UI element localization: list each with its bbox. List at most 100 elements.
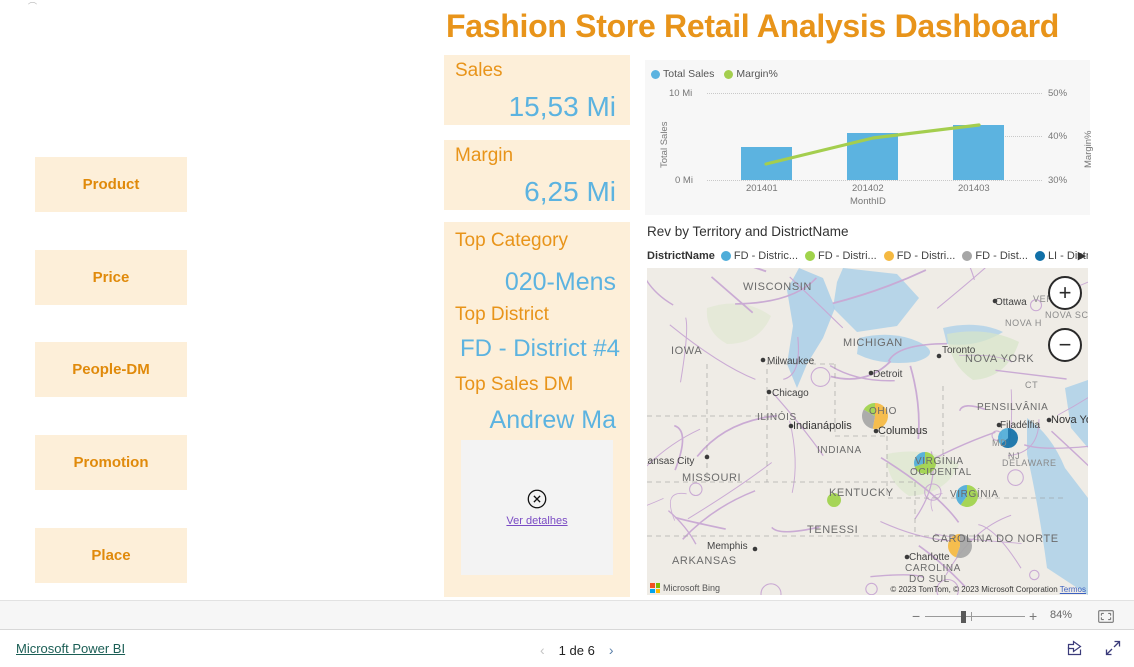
bing-logo-icon xyxy=(650,583,660,593)
legend-next-arrow-icon[interactable]: ▶ xyxy=(1076,249,1088,263)
page-navigator: ‹ 1 de 6 › xyxy=(540,641,614,659)
map-place-label: Charlotte xyxy=(909,552,950,563)
map-legend-label-2: FD - Distri... xyxy=(896,250,956,262)
zoom-toolbar: − + 84% xyxy=(0,600,1134,630)
map-place-label: NOVA YORK xyxy=(965,353,1034,365)
map-place-label: VIRGÍNIA xyxy=(915,454,964,467)
nav-button-promotion[interactable]: Promotion xyxy=(35,435,187,490)
map-legend-item-3[interactable]: FD - Dist... xyxy=(962,250,1028,262)
nav-button-place[interactable]: Place xyxy=(35,528,187,583)
map-legend-swatch-4 xyxy=(1034,251,1045,261)
map-place-label: PENSILVÂNIA xyxy=(977,400,1048,413)
map-place-label: DELAWARE xyxy=(1002,458,1057,468)
kpi-card-margin[interactable]: Margin 6,25 Mi xyxy=(444,140,630,210)
map-legend-item-0[interactable]: FD - Distric... xyxy=(720,250,799,262)
status-bar: Microsoft Power BI ‹ 1 de 6 › xyxy=(0,631,1134,667)
page-indicator: 1 de 6 xyxy=(558,642,595,658)
legend-swatch-margin-pct xyxy=(724,69,734,79)
map-place-label: Ottawa xyxy=(995,297,1027,308)
legend-item-margin-pct[interactable]: Margin% xyxy=(724,68,778,80)
map-place-label: INDIANA xyxy=(817,445,862,456)
map-legend-swatch-0 xyxy=(720,251,731,261)
map-place-label: Indianápolis xyxy=(793,420,852,432)
map-place-label: Memphis xyxy=(707,541,748,552)
map-place-label: CAROLINA DO NORTE xyxy=(932,533,1059,545)
nav-button-people-dm[interactable]: People-DM xyxy=(35,342,187,397)
map-place-label: Kansas City xyxy=(647,456,694,467)
map-place-label: MICHIGAN xyxy=(843,337,903,349)
fit-to-page-icon[interactable] xyxy=(1098,610,1114,623)
map-legend-label-1: FD - Distri... xyxy=(818,250,877,262)
map-legend-swatch-2 xyxy=(883,251,894,261)
report-canvas: ⌒ Fashion Store Retail Analysis Dashboar… xyxy=(0,0,1134,600)
broken-image-icon xyxy=(527,489,547,509)
map-tiles[interactable]: WISCONSIN IOWA MICHIGAN Milwaukee Chicago Det… xyxy=(647,268,1088,595)
kpi-label-margin: Margin xyxy=(455,145,514,166)
legend-label-margin-pct: Margin% xyxy=(736,68,778,80)
map-attribution: © 2023 TomTom, © 2023 Microsoft Corporat… xyxy=(890,585,1086,594)
map-place-label: Filadélfia xyxy=(1000,420,1040,431)
kpi-value-sales: 15,53 Mi xyxy=(508,91,616,122)
zoom-in-button[interactable]: + xyxy=(1029,609,1037,623)
top-performers-card[interactable]: Top Category 020-Mens Top District FD - … xyxy=(444,222,630,597)
x-axis-tick-201401: 201401 xyxy=(746,183,778,194)
map-legend-swatch-3 xyxy=(962,251,973,261)
zoom-slider-handle[interactable] xyxy=(961,611,966,623)
details-image-placeholder: Ver detalhes xyxy=(461,440,613,575)
zoom-percentage: 84% xyxy=(1050,609,1073,621)
kpi-card-sales[interactable]: Sales 15,53 Mi xyxy=(444,55,630,125)
map-place-label: DO SUL xyxy=(909,574,950,585)
x-axis-title: MonthID xyxy=(850,196,886,207)
share-icon[interactable] xyxy=(1066,639,1084,657)
map-place-label: TENESSI xyxy=(807,524,858,536)
bar-201401[interactable] xyxy=(741,147,792,180)
map-zoom-out-button[interactable]: − xyxy=(1048,328,1082,362)
previous-page-icon[interactable]: ‹ xyxy=(540,642,545,658)
territory-map-visual[interactable]: Rev by Territory and DistrictName Distri… xyxy=(645,220,1090,597)
map-legend-item-2[interactable]: FD - Distri... xyxy=(883,250,956,262)
y2-axis-title: Margin% xyxy=(1083,130,1094,169)
map-legend-item-1[interactable]: FD - Distri... xyxy=(805,250,877,262)
fullscreen-icon[interactable] xyxy=(1104,639,1122,657)
map-place-label: OCIDENTAL xyxy=(910,467,972,478)
map-place-label: ARKANSAS xyxy=(672,555,737,567)
map-zoom-in-button[interactable]: + xyxy=(1048,276,1082,310)
bar-201402[interactable] xyxy=(847,133,898,180)
next-page-icon[interactable]: › xyxy=(609,642,614,658)
zoom-slider-track[interactable] xyxy=(925,616,1025,617)
map-attribution-text: © 2023 TomTom, © 2023 Microsoft Corporat… xyxy=(890,585,1058,594)
kpi-value-margin: 6,25 Mi xyxy=(524,176,616,207)
map-place-label: VIRGÍNIA xyxy=(950,487,999,500)
y2-axis-tick-40: 40% xyxy=(1048,131,1068,142)
y-axis-title: Total Sales xyxy=(659,121,670,168)
legend-item-total-sales[interactable]: Total Sales xyxy=(651,68,714,80)
bar-201403[interactable] xyxy=(953,125,1004,180)
map-legend-label-3: FD - Dist... xyxy=(975,250,1028,262)
x-axis-tick-201403: 201403 xyxy=(958,183,990,194)
legend-swatch-total-sales xyxy=(651,69,660,79)
corner-artifact: ⌒ xyxy=(28,2,37,12)
map-place-label: MD xyxy=(992,438,1007,448)
map-place-label: OHIO xyxy=(869,406,897,417)
map-place-label: CAROLINA xyxy=(905,563,961,574)
nav-button-price[interactable]: Price xyxy=(35,250,187,305)
map-place-label: MISSOURI xyxy=(682,472,741,484)
map-title: Rev by Territory and DistrictName xyxy=(647,224,849,239)
powerbi-brand-link[interactable]: Microsoft Power BI xyxy=(16,641,125,656)
sales-margin-combo-chart[interactable]: Total Sales Margin% 10 Mi 0 Mi 50% 40% 3… xyxy=(645,60,1094,215)
value-top-category: 020-Mens xyxy=(504,268,616,296)
map-place-label: Milwaukee xyxy=(767,356,815,367)
label-top-category: Top Category xyxy=(455,230,569,251)
bing-logo-text: Microsoft Bing xyxy=(663,583,721,593)
map-legend: DistrictName FD - Distric... FD - Distri… xyxy=(647,247,1088,265)
map-legend-label-0: FD - Distric... xyxy=(733,250,799,262)
map-place-label: ILINÓIS xyxy=(757,410,797,423)
bing-logo: Microsoft Bing xyxy=(650,582,720,594)
map-place-label: Chicago xyxy=(772,388,809,399)
page-title: Fashion Store Retail Analysis Dashboard xyxy=(446,8,1060,44)
zoom-out-button[interactable]: − xyxy=(912,609,920,623)
nav-button-product[interactable]: Product xyxy=(35,157,187,212)
y-axis-tick-0mi: 0 Mi xyxy=(675,175,693,186)
ver-detalhes-link[interactable]: Ver detalhes xyxy=(506,515,567,527)
map-terms-link[interactable]: Termos xyxy=(1060,585,1086,594)
